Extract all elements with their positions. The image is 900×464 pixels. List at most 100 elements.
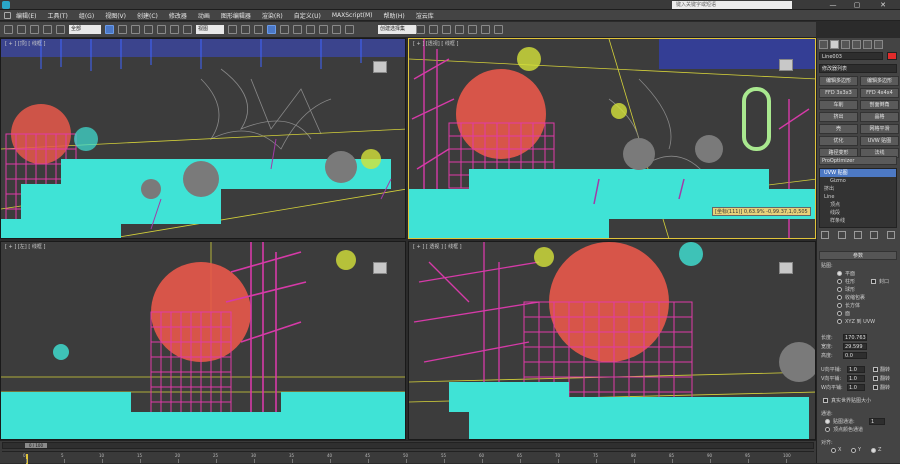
search-input[interactable]: 键入关键字或短语: [672, 1, 792, 9]
stack-item[interactable]: Line: [820, 193, 896, 201]
mapping-radio[interactable]: [837, 311, 842, 316]
modifier-button[interactable]: 壳: [819, 124, 858, 134]
viewport-top[interactable]: [ + ] [顶] [ 线框 ]: [0, 38, 406, 239]
show-end-result-icon[interactable]: [837, 231, 846, 239]
map-channel-field[interactable]: 1: [869, 418, 885, 425]
parameters-rollout-header[interactable]: 参数: [819, 251, 897, 260]
align-x-radio[interactable]: [831, 448, 836, 453]
menu-views[interactable]: 视图(V): [105, 11, 126, 20]
width-field[interactable]: 29.599: [843, 343, 867, 350]
viewport-label[interactable]: [ + ] [透视] [ 线框 ]: [413, 40, 458, 47]
modifier-button[interactable]: FFD 3x3x3: [819, 88, 858, 98]
unlink-icon[interactable]: [43, 25, 52, 34]
modifier-button[interactable]: 优化: [819, 136, 858, 146]
curve-editor-icon[interactable]: [429, 25, 438, 34]
angle-snap-icon[interactable]: [280, 25, 289, 34]
modifier-button[interactable]: 网格平滑: [860, 124, 899, 134]
w-tile-field[interactable]: 1.0: [847, 384, 865, 391]
modifier-list-dropdown[interactable]: 修改器列表: [819, 64, 897, 73]
render-production-icon[interactable]: [494, 25, 503, 34]
scale-icon[interactable]: [183, 25, 192, 34]
bind-space-warp-icon[interactable]: [56, 25, 65, 34]
window-crossing-icon[interactable]: [144, 25, 153, 34]
viewcube-icon[interactable]: [779, 262, 793, 274]
mapping-radio[interactable]: [837, 303, 842, 308]
move-icon[interactable]: [157, 25, 166, 34]
vertex-color-channel-radio[interactable]: [825, 427, 830, 432]
viewport-label[interactable]: [ + ] [ 透视 ] [ 线框 ]: [413, 243, 462, 250]
named-selection-dropdown[interactable]: 创建选择集: [378, 25, 416, 34]
viewport-label[interactable]: [ + ] [左] [ 线框 ]: [5, 243, 45, 250]
align-z-radio[interactable]: [871, 448, 876, 453]
modifier-button[interactable]: FFD 4x4x4: [860, 88, 899, 98]
manipulate-icon[interactable]: [241, 25, 250, 34]
object-color-swatch[interactable]: [887, 52, 897, 60]
minimize-button[interactable]: —: [824, 0, 842, 10]
flip-u-checkbox[interactable]: [873, 367, 878, 372]
mapping-radio[interactable]: [837, 271, 842, 276]
align-y-radio[interactable]: [851, 448, 856, 453]
mirror-icon[interactable]: [332, 25, 341, 34]
utilities-tab-icon[interactable]: [874, 40, 883, 49]
length-field[interactable]: 170.763: [843, 334, 867, 341]
rectangle-selection-icon[interactable]: [131, 25, 140, 34]
viewport-perspective[interactable]: [ + ] [透视] [ 线框 ] [坐标(111)] 0,63.9% -0,9…: [408, 38, 816, 239]
maximize-button[interactable]: ▢: [848, 0, 866, 10]
flip-w-checkbox[interactable]: [873, 385, 878, 390]
pin-stack-icon[interactable]: [821, 231, 830, 239]
menu-animation[interactable]: 动画: [198, 11, 210, 20]
track-bar[interactable]: 0 5 10 15 20 25 30 35 40 45 50 55 60 65 70 75 80 85 90 95 10…: [2, 451, 814, 464]
stack-item[interactable]: 挤出: [820, 185, 896, 193]
app-logo-icon[interactable]: [2, 1, 10, 9]
rotate-icon[interactable]: [170, 25, 179, 34]
reference-coordinate-dropdown[interactable]: 视图: [196, 25, 224, 34]
undo-icon[interactable]: [4, 25, 13, 34]
schematic-view-icon[interactable]: [442, 25, 451, 34]
link-icon[interactable]: [30, 25, 39, 34]
create-tab-icon[interactable]: [819, 40, 828, 49]
menu-rendering[interactable]: 渲染(R): [262, 11, 283, 20]
map-channel-radio[interactable]: [825, 419, 830, 424]
time-slider[interactable]: 0 / 100: [2, 442, 814, 449]
render-setup-icon[interactable]: [468, 25, 477, 34]
viewport-left[interactable]: [ + ] [左] [ 线框 ]: [0, 241, 406, 440]
material-editor-icon[interactable]: [455, 25, 464, 34]
edit-named-selection-icon[interactable]: [319, 25, 328, 34]
modifier-button[interactable]: 编辑多边形: [860, 76, 899, 86]
align-icon[interactable]: [345, 25, 354, 34]
viewcube-icon[interactable]: [373, 61, 387, 73]
display-tab-icon[interactable]: [863, 40, 872, 49]
menu-edit[interactable]: 编辑(E): [16, 11, 36, 20]
make-unique-icon[interactable]: [853, 231, 862, 239]
hierarchy-tab-icon[interactable]: [841, 40, 850, 49]
prooptimizer-button[interactable]: ProOptimizer: [819, 156, 897, 165]
modifier-button[interactable]: 挤出: [819, 112, 858, 122]
viewport-label[interactable]: [ + ] [顶] [ 线框 ]: [5, 40, 45, 47]
modifier-button[interactable]: 编辑多边形: [819, 76, 858, 86]
real-world-map-size-checkbox[interactable]: [823, 398, 828, 403]
menu-graph-editors[interactable]: 图形编辑器: [221, 11, 251, 20]
viewcube-icon[interactable]: [373, 262, 387, 274]
mapping-radio[interactable]: [837, 279, 842, 284]
layer-manager-icon[interactable]: [416, 25, 425, 34]
select-by-name-icon[interactable]: [118, 25, 127, 34]
motion-tab-icon[interactable]: [852, 40, 861, 49]
u-tile-field[interactable]: 1.0: [847, 366, 865, 373]
mapping-radio[interactable]: [837, 287, 842, 292]
redo-icon[interactable]: [17, 25, 26, 34]
modifier-button[interactable]: 晶格: [860, 112, 899, 122]
object-name-field[interactable]: Line003: [819, 52, 883, 60]
time-slider-thumb[interactable]: 0 / 100: [25, 443, 47, 448]
selection-filter-dropdown[interactable]: 全部: [69, 25, 101, 34]
cap-checkbox[interactable]: [871, 279, 876, 284]
modifier-button[interactable]: 车削: [819, 100, 858, 110]
spinner-snap-icon[interactable]: [306, 25, 315, 34]
keyboard-shortcut-icon[interactable]: [254, 25, 263, 34]
rendered-frame-window-icon[interactable]: [481, 25, 490, 34]
stack-item[interactable]: Gizmo: [820, 177, 896, 185]
close-button[interactable]: ✕: [874, 0, 892, 10]
configure-sets-icon[interactable]: [886, 231, 895, 239]
remove-modifier-icon[interactable]: [870, 231, 879, 239]
mapping-radio[interactable]: [837, 295, 842, 300]
stack-item[interactable]: 线段: [820, 209, 896, 217]
